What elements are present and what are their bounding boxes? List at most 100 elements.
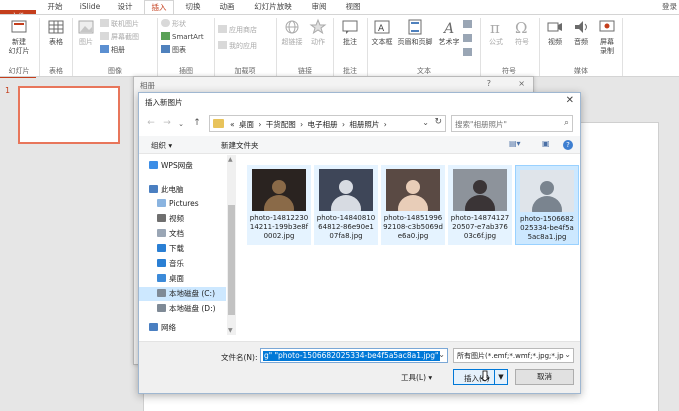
nav-item-videos[interactable]: 视频 [139,212,226,226]
group-separator [214,18,215,76]
scroll-down-icon[interactable]: ▼ [228,327,233,334]
nav-item-pictures[interactable]: Pictures [139,197,226,211]
tools-button[interactable]: 工具(L) ▾ [401,372,432,383]
refresh-icon[interactable]: ↻ [434,117,442,127]
smartart-button[interactable]: SmartArt [161,32,204,43]
tab-transitions[interactable]: 切换 [178,0,208,14]
breadcrumb-desktop[interactable]: 桌面 [239,120,254,129]
comment-button[interactable]: 批注 [337,18,363,47]
organize-button[interactable]: 组织 ▾ [151,140,172,151]
recent-locations-button[interactable]: ⌄ [175,120,187,128]
nav-item-music[interactable]: 音乐 [139,257,226,271]
breadcrumb-separator[interactable]: › [258,120,261,129]
equation-button[interactable]: π 公式 [484,18,508,47]
video-button[interactable]: 视频 [543,18,567,47]
chart-button[interactable]: 图表 [161,45,186,56]
album-help-button[interactable]: ? [487,79,491,88]
search-box[interactable]: ⌕ [451,115,573,132]
dialog-close-button[interactable]: ✕ [566,95,574,106]
text-extra-date[interactable] [463,20,474,31]
new-slide-button[interactable]: 新建 幻灯片 [4,18,34,56]
screenshot-button[interactable]: 屏幕截图 [100,32,139,43]
filename-input[interactable]: g" "photo-1506682025334-be4f5a5ac8a1.jpg… [260,348,448,363]
insert-dropdown-button[interactable]: ▼ [494,370,507,384]
nav-item-drive-c[interactable]: 本地磁盘 (C:) [139,287,226,301]
textbox-button[interactable]: A 文本框 [369,18,395,47]
breadcrumb-album[interactable]: 电子相册 [308,120,338,129]
file-item[interactable]: photo-1481223014211-199b3e8f0002.jpg [247,165,311,245]
breadcrumb-photos[interactable]: 相册照片 [349,120,379,129]
slide-thumbnail[interactable] [18,86,120,144]
tab-animations[interactable]: 动画 [212,0,242,14]
view-options-icon[interactable]: ▤▾ [509,139,521,148]
nav-item-documents[interactable]: 文档 [139,227,226,241]
screen-record-button[interactable]: 屏幕 录制 [595,18,619,56]
tab-home[interactable]: 开始 [40,0,70,14]
file-item[interactable]: photo-1484081064812-86e90e107fa8.jpg [314,165,378,245]
nav-label: 网络 [161,323,176,332]
group-label-images: 图像 [108,67,122,75]
forward-button[interactable]: → [161,118,173,128]
nav-item-wps-cloud[interactable]: WPS网盘 [139,159,226,173]
shapes-button[interactable]: 形状 [161,19,186,30]
sign-in-link[interactable]: 登录 [662,0,677,14]
filename-value: g" "photo-1506682025334-be4f5a5ac8a1.jpg… [263,351,440,361]
nav-item-desktop[interactable]: 桌面 [139,272,226,286]
address-bar[interactable]: « 桌面 › 干货配图 › 电子相册 › 相册照片 › ⌄ ↻ [209,115,446,132]
new-folder-button[interactable]: 新建文件夹 [221,140,259,151]
store-label: 应用商店 [229,26,257,34]
tab-review[interactable]: 审阅 [304,0,334,14]
breadcrumb-separator[interactable]: › [342,120,345,129]
address-dropdown-icon[interactable]: ⌄ [422,118,429,127]
text-extra-number[interactable] [463,34,474,45]
tab-islide[interactable]: iSlide [74,0,106,14]
picture-button[interactable]: 图片 [75,18,97,47]
tab-view[interactable]: 视图 [338,0,368,14]
tab-design[interactable]: 设计 [110,0,140,14]
text-extra-object[interactable] [463,48,474,59]
album-close-button[interactable]: × [518,79,525,88]
file-name: photo-1506682025334-be4f5a5ac8a1.jpg [519,215,575,241]
navigation-scrollbar[interactable]: ▲ ▼ [227,155,236,335]
dialog-titlebar: 插入新图片 ✕ [139,93,580,111]
group-label-table: 表格 [49,67,63,75]
wordart-button[interactable]: A 艺术字 [436,18,462,47]
store-button[interactable]: 应用商店 [218,25,257,36]
back-button[interactable]: ← [145,118,157,128]
action-button[interactable]: 动作 [306,18,330,47]
header-footer-button[interactable]: 页眉和页脚 [396,18,434,47]
scroll-up-icon[interactable]: ▲ [228,156,233,163]
scrollbar-thumb[interactable] [228,205,235,315]
cancel-button[interactable]: 取消 [515,369,574,385]
preview-pane-icon[interactable]: ▣ [542,139,550,148]
breadcrumb-ganhuo[interactable]: 干货配图 [266,120,296,129]
chevron-down-icon[interactable]: ⌄ [438,350,445,359]
tab-insert[interactable]: 插入 [144,0,174,14]
nav-label: Pictures [169,199,199,208]
up-button[interactable]: ↑ [191,118,203,128]
file-item[interactable]: photo-1487412720507-e7ab37603c6f.jpg [448,165,512,245]
nav-item-network[interactable]: 网络 [139,321,226,335]
breadcrumb-overflow[interactable]: « [230,120,235,129]
table-button[interactable]: 表格 [42,18,70,47]
filetype-select[interactable]: 所有图片(*.emf;*.wmf;*.jpg;*.jp ⌄ [453,348,574,363]
online-picture-button[interactable]: 联机图片 [100,19,139,30]
search-input[interactable] [455,118,555,130]
nav-item-downloads[interactable]: 下载 [139,242,226,256]
file-item-selected[interactable]: photo-1506682025334-be4f5a5ac8a1.jpg [515,165,579,245]
tab-slideshow[interactable]: 幻灯片放映 [246,0,300,14]
audio-button[interactable]: 音频 [569,18,593,47]
help-icon[interactable]: ? [563,140,573,150]
symbol-button[interactable]: Ω 符号 [510,18,534,47]
hyperlink-button[interactable]: 超链接 [279,18,305,47]
chevron-down-icon[interactable]: ⌄ [564,350,571,359]
breadcrumb-separator[interactable]: › [300,120,303,129]
photo-thumbnail [453,169,507,211]
album-button[interactable]: 相册 [100,45,125,56]
breadcrumb-separator[interactable]: › [384,120,387,129]
nav-item-drive-d[interactable]: 本地磁盘 (D:) [139,302,226,316]
hyperlink-label: 超链接 [281,38,303,46]
file-item[interactable]: photo-1485199692108-c3b5069de6a0.jpg [381,165,445,245]
my-addins-button[interactable]: 我的应用 [218,41,257,52]
nav-item-this-pc[interactable]: 此电脑 [139,183,226,197]
